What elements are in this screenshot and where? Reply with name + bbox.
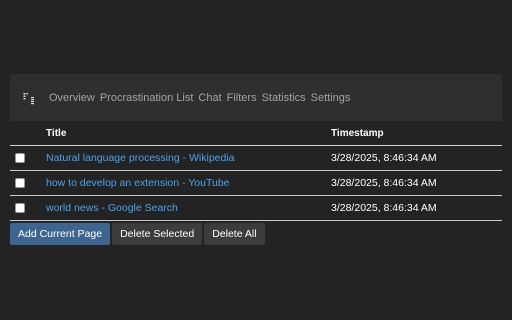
nav-settings[interactable]: Settings <box>311 92 351 104</box>
row-timestamp: 3/28/2025, 8:46:34 AM <box>331 177 437 189</box>
row-checkbox[interactable] <box>15 178 25 188</box>
top-navigation: Overview Procrastination List Chat Filte… <box>10 74 502 121</box>
row-timestamp: 3/28/2025, 8:46:34 AM <box>331 152 437 164</box>
row-timestamp: 3/28/2025, 8:46:34 AM <box>331 202 437 214</box>
row-title-link[interactable]: world news - Google Search <box>46 202 178 214</box>
nav-procrastination-list[interactable]: Procrastination List <box>100 92 194 104</box>
procrastination-table: Title Timestamp Natural language process… <box>10 121 502 221</box>
action-bar: Add Current Page Delete Selected Delete … <box>10 223 265 245</box>
column-header-title: Title <box>46 127 67 139</box>
nav-statistics[interactable]: Statistics <box>262 92 306 104</box>
table-row: world news - Google Search 3/28/2025, 8:… <box>10 196 502 221</box>
nav-overview[interactable]: Overview <box>49 92 95 104</box>
extension-logo-icon <box>22 90 38 106</box>
table-header-row: Title Timestamp <box>10 121 502 146</box>
column-header-timestamp: Timestamp <box>331 127 384 139</box>
nav-chat[interactable]: Chat <box>198 92 221 104</box>
delete-selected-button[interactable]: Delete Selected <box>112 223 203 245</box>
row-checkbox[interactable] <box>15 203 25 213</box>
row-title-link[interactable]: how to develop an extension - YouTube <box>46 177 230 189</box>
row-title-link[interactable]: Natural language processing - Wikipedia <box>46 152 235 164</box>
delete-all-button[interactable]: Delete All <box>204 223 265 245</box>
add-current-page-button[interactable]: Add Current Page <box>10 223 111 245</box>
table-row: Natural language processing - Wikipedia … <box>10 146 502 171</box>
table-row: how to develop an extension - YouTube 3/… <box>10 171 502 196</box>
nav-filters[interactable]: Filters <box>227 92 257 104</box>
row-checkbox[interactable] <box>15 153 25 163</box>
